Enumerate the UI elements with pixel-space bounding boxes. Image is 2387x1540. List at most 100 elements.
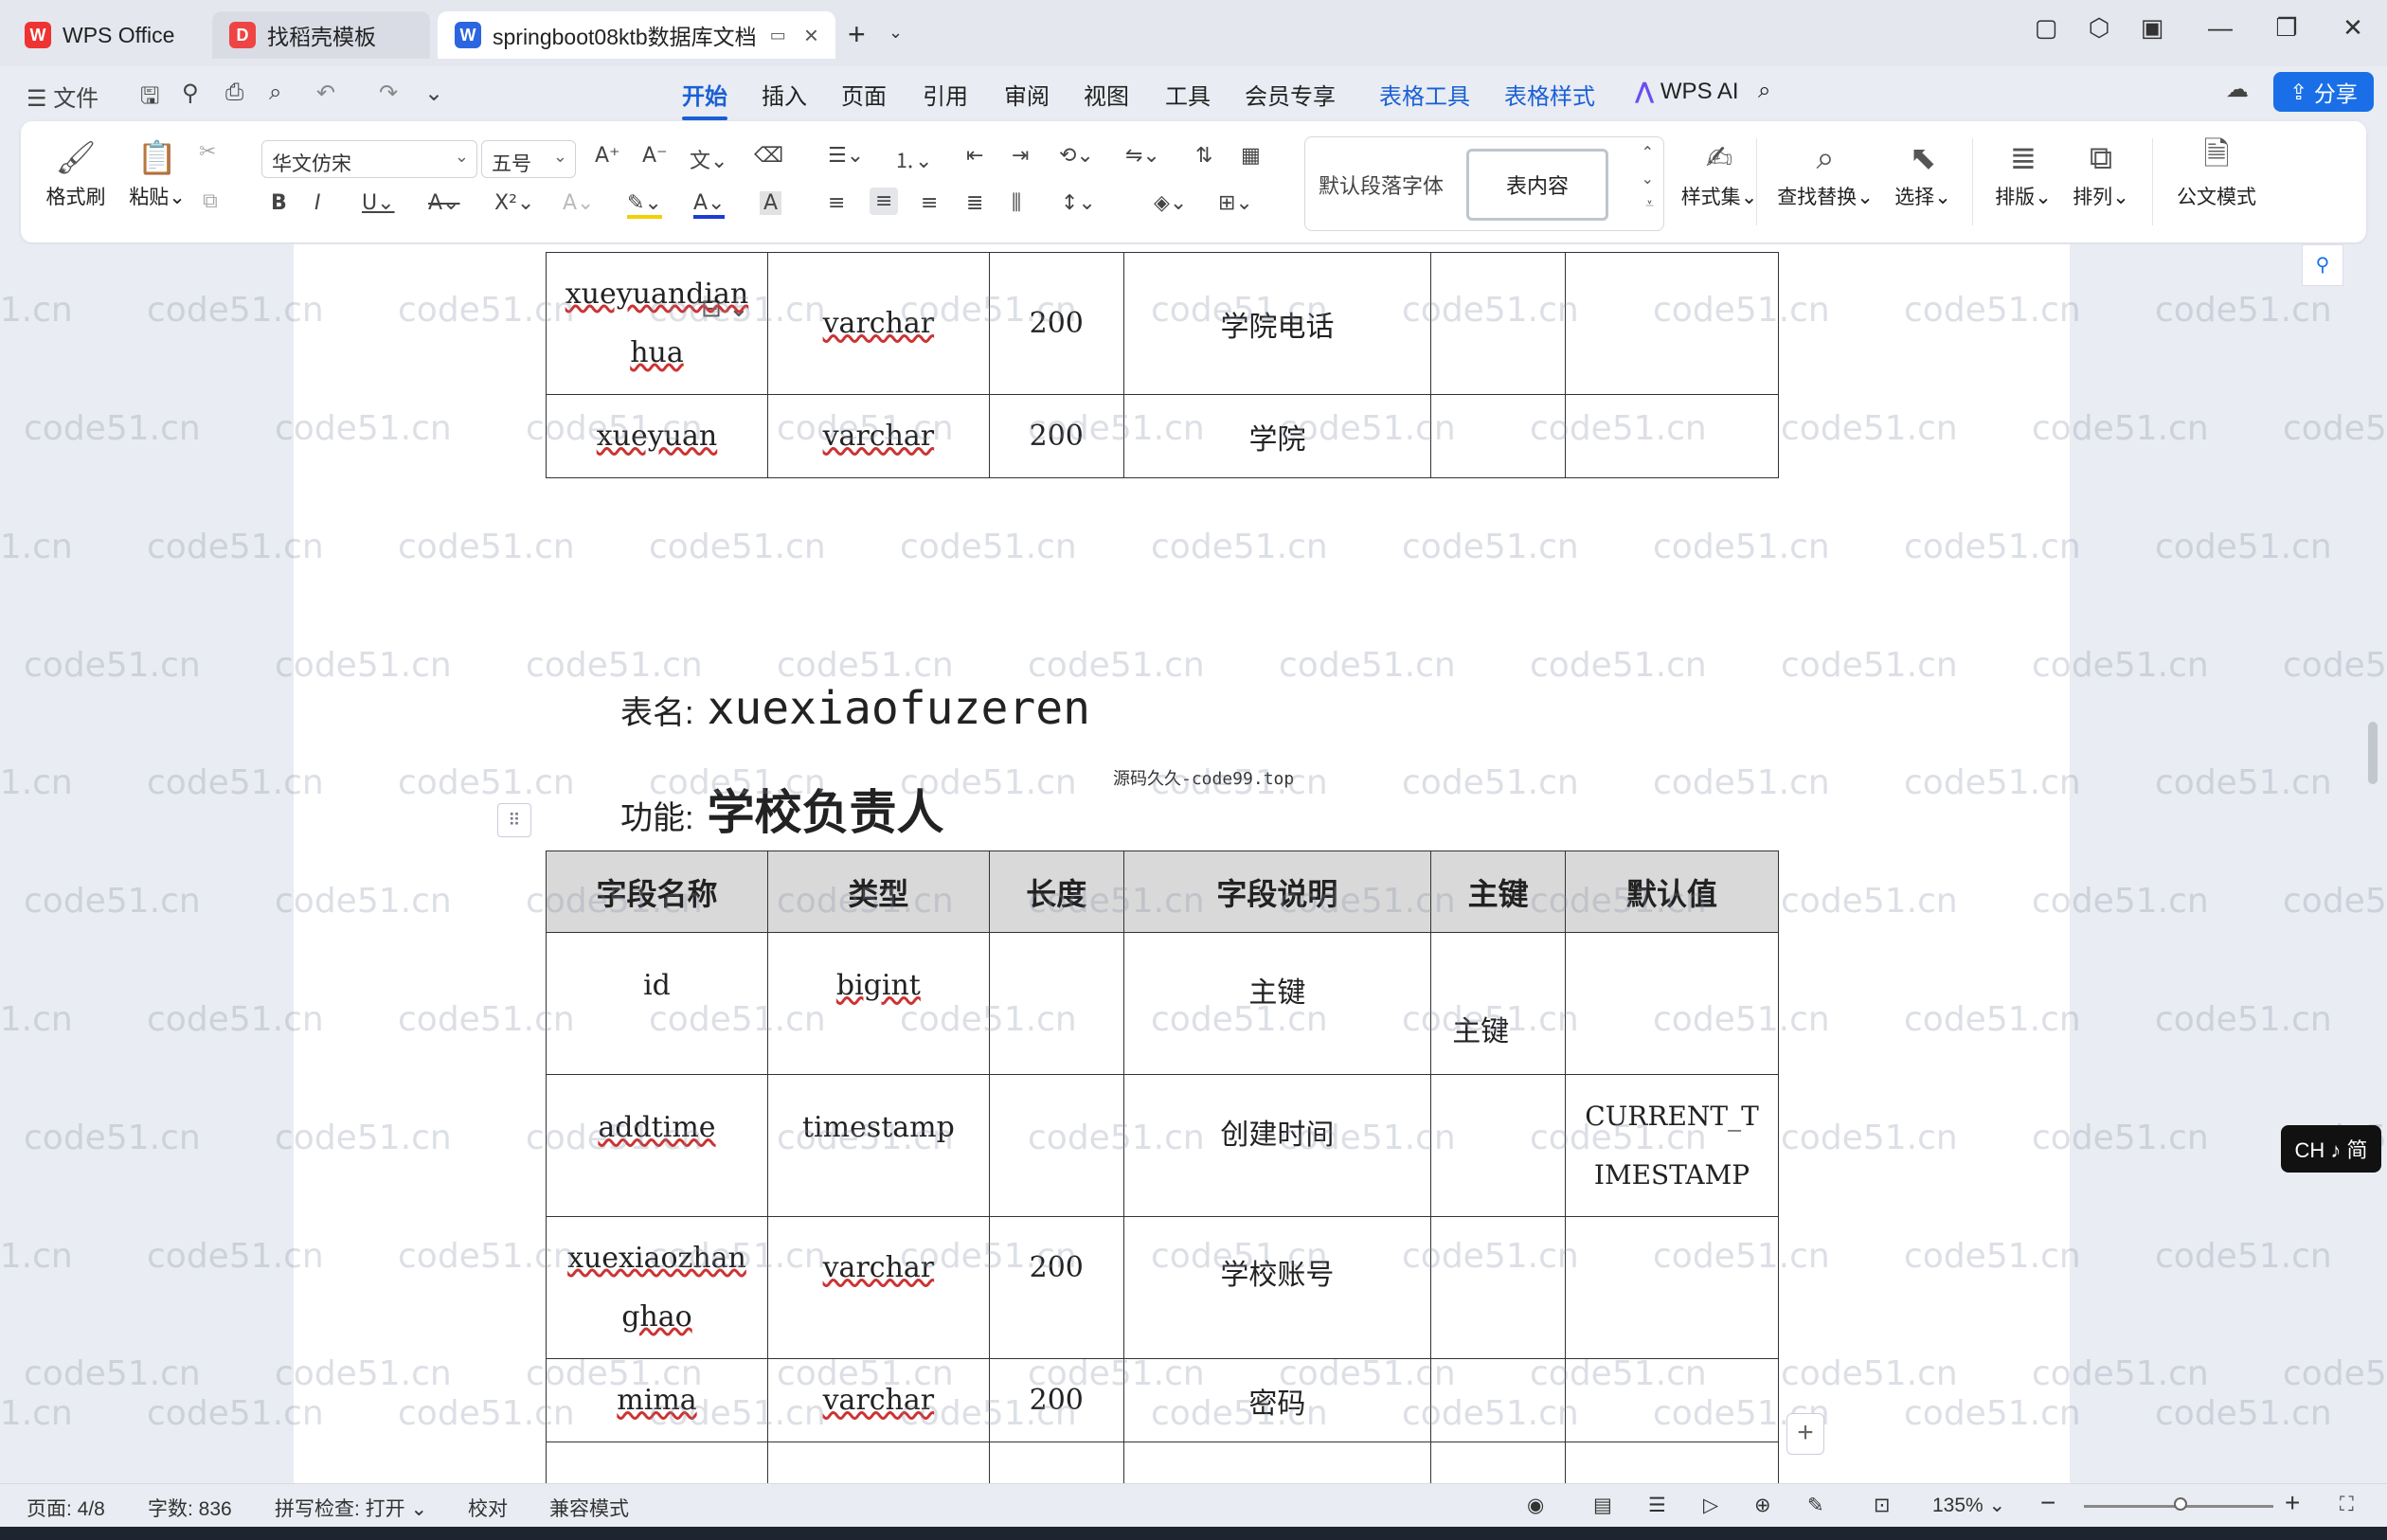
cell-desc[interactable] bbox=[1122, 1442, 1432, 1483]
cell-default[interactable] bbox=[1565, 1358, 1779, 1442]
minimize-icon[interactable]: — bbox=[2201, 13, 2239, 43]
cell-desc[interactable]: 创建时间 bbox=[1122, 1074, 1432, 1217]
cell-length[interactable]: 200 bbox=[988, 1358, 1124, 1442]
layout-button[interactable]: ≣ 排版⌄ bbox=[1985, 134, 2061, 210]
style-default[interactable]: 默认段落字体 bbox=[1319, 170, 1444, 200]
distribute-icon[interactable]: ⫼ bbox=[1012, 191, 1021, 215]
redo-icon[interactable]: ↷ bbox=[379, 80, 398, 107]
play-icon[interactable]: ▷ bbox=[1703, 1494, 1718, 1517]
justify-icon[interactable]: ≣ bbox=[966, 191, 983, 215]
tab-member[interactable]: 会员专享 bbox=[1245, 78, 1336, 111]
share-button[interactable]: ⇪ 分享 bbox=[2273, 72, 2374, 112]
shrink-font-icon[interactable]: A⁻ bbox=[642, 144, 668, 168]
cell-type[interactable]: varchar bbox=[766, 1216, 990, 1359]
tab-page[interactable]: 页面 bbox=[841, 78, 887, 111]
cell-field-name[interactable]: mima bbox=[546, 1358, 768, 1442]
document-area[interactable]: ⊟ ⌄ xueyuandianhua varchar 200 学院电话 xuey… bbox=[0, 244, 2387, 1483]
cell-length[interactable]: 200 bbox=[988, 394, 1124, 478]
cube-icon[interactable]: ⬡ bbox=[2080, 13, 2118, 43]
cell-field-name[interactable] bbox=[546, 1442, 768, 1483]
location-pin-icon[interactable]: ⚲ bbox=[2302, 244, 2343, 286]
cell-type[interactable]: timestamp bbox=[766, 1074, 990, 1217]
cell-field-name[interactable]: xueyuandianhua bbox=[546, 252, 768, 395]
proofread-button[interactable]: 校对 bbox=[468, 1494, 508, 1522]
spell-check-toggle[interactable]: 拼写检查: 打开 ⌄ bbox=[275, 1494, 427, 1522]
cell-field-name[interactable]: xuexiaozhanghao bbox=[546, 1216, 768, 1359]
cell-length[interactable]: 200 bbox=[988, 252, 1124, 395]
text-direction-icon[interactable]: ⟲⌄ bbox=[1059, 144, 1094, 168]
bullets-icon[interactable]: ☰⌄ bbox=[828, 144, 864, 168]
eye-protection-icon[interactable]: ◉ bbox=[1527, 1494, 1544, 1517]
select-button[interactable]: ⬉ 选择⌄ bbox=[1885, 134, 1961, 210]
tab-home[interactable]: 开始 bbox=[682, 78, 727, 120]
paragraph-handle-icon[interactable]: ⠿ bbox=[497, 803, 531, 837]
share-link-icon[interactable]: ⚲ bbox=[182, 80, 199, 107]
table-row[interactable]: addtime timestamp 创建时间 CURRENT_TIMESTAMP bbox=[546, 1074, 1779, 1217]
line-spacing-swap-icon[interactable]: ⇋⌄ bbox=[1125, 144, 1160, 168]
tab-document[interactable]: W springboot08ktb数据库文档 ▭ × bbox=[438, 11, 835, 59]
tab-insert[interactable]: 插入 bbox=[762, 78, 807, 111]
line-spacing-icon[interactable]: ↕⌄ bbox=[1061, 191, 1096, 215]
header-field-name[interactable]: 字段名称 bbox=[546, 851, 768, 933]
close-window-icon[interactable]: ✕ bbox=[2334, 13, 2372, 43]
header-desc[interactable]: 字段说明 bbox=[1122, 851, 1432, 933]
cell-default[interactable] bbox=[1565, 394, 1779, 478]
shading-icon[interactable]: ◈⌄ bbox=[1154, 191, 1187, 215]
chevron-up-icon[interactable]: ⌃ bbox=[1642, 143, 1654, 162]
table-row[interactable]: xuexiaozhanghao varchar 200 学校账号 bbox=[546, 1216, 1779, 1359]
cell-length[interactable] bbox=[988, 1074, 1124, 1217]
cell-desc[interactable]: 学院电话 bbox=[1122, 252, 1432, 395]
font-name-select[interactable]: 华文仿宋 ⌄ bbox=[261, 140, 477, 178]
char-shading-icon[interactable]: A bbox=[760, 191, 782, 215]
tab-view[interactable]: 视图 bbox=[1084, 78, 1129, 111]
table-row[interactable]: id bigint 主键 主键 bbox=[546, 932, 1779, 1075]
cell-length[interactable] bbox=[988, 932, 1124, 1075]
header-pk[interactable]: 主键 bbox=[1430, 851, 1567, 933]
tab-template[interactable]: D 找稻壳模板 bbox=[212, 11, 430, 59]
table-name-line[interactable]: 表名: xuexiaofuzeren bbox=[620, 682, 1090, 735]
table-row[interactable] bbox=[546, 1442, 1779, 1483]
fullscreen-icon[interactable]: ⛶ bbox=[2340, 1494, 2354, 1516]
header-type[interactable]: 类型 bbox=[766, 851, 990, 933]
align-right-icon[interactable]: ≡ bbox=[921, 191, 938, 215]
arrange-button[interactable]: ⧉ 排列⌄ bbox=[2063, 134, 2139, 210]
expand-icon[interactable]: ⩡ bbox=[1645, 196, 1654, 213]
cell-length[interactable]: 200 bbox=[988, 1216, 1124, 1359]
pen-icon[interactable]: ✎ bbox=[1807, 1494, 1824, 1517]
cell-pk[interactable] bbox=[1430, 252, 1567, 395]
style-gallery[interactable]: 默认段落字体 表内容 ⌃ ⌄ ⩡ bbox=[1304, 136, 1664, 231]
cell-pk[interactable]: 主键 bbox=[1430, 932, 1567, 1075]
text-effect-icon[interactable]: A⌄ bbox=[563, 191, 594, 215]
align-left-icon[interactable]: ≡ bbox=[828, 191, 845, 215]
official-mode-button[interactable]: 🗎 公文模式 bbox=[2169, 134, 2264, 210]
tab-tools[interactable]: 工具 bbox=[1165, 78, 1211, 111]
document-page[interactable]: ⊟ ⌄ xueyuandianhua varchar 200 学院电话 xuey… bbox=[294, 244, 2070, 1483]
cut-icon[interactable]: ✂ bbox=[199, 140, 216, 164]
font-size-select[interactable]: 五号 ⌄ bbox=[481, 140, 576, 178]
grow-font-icon[interactable]: A⁺ bbox=[595, 144, 620, 168]
bold-icon[interactable]: B bbox=[271, 191, 287, 215]
cell-pk[interactable] bbox=[1430, 1074, 1567, 1217]
word-count[interactable]: 字数: 836 bbox=[148, 1494, 232, 1522]
table-row[interactable]: mima varchar 200 密码 bbox=[546, 1358, 1779, 1442]
borders-icon[interactable]: ⊞⌄ bbox=[1218, 191, 1253, 215]
table-row[interactable]: xueyuandianhua varchar 200 学院电话 bbox=[546, 252, 1779, 395]
table-grid-icon[interactable]: ▦ bbox=[1241, 144, 1261, 168]
cell-type[interactable] bbox=[766, 1442, 990, 1483]
cell-type[interactable]: varchar bbox=[766, 1358, 990, 1442]
table-row[interactable]: xueyuan varchar 200 学院 bbox=[546, 394, 1779, 478]
wps-ai-button[interactable]: ⋀ WPS AI bbox=[1635, 78, 1739, 105]
cell-default[interactable] bbox=[1565, 252, 1779, 395]
fit-page-icon[interactable]: ⊡ bbox=[1874, 1494, 1891, 1517]
cell-desc[interactable]: 密码 bbox=[1122, 1358, 1432, 1442]
chevron-down-icon[interactable]: ⌄ bbox=[1642, 170, 1654, 188]
decrease-indent-icon[interactable]: ⇤ bbox=[966, 144, 983, 168]
cell-type[interactable]: varchar bbox=[766, 394, 990, 478]
phonetic-guide-icon[interactable]: 文⌄ bbox=[690, 144, 727, 174]
increase-indent-icon[interactable]: ⇥ bbox=[1012, 144, 1029, 168]
cell-default[interactable] bbox=[1565, 932, 1779, 1075]
zoom-in-icon[interactable]: + bbox=[2285, 1488, 2300, 1518]
new-tab-button[interactable]: + bbox=[848, 17, 866, 52]
cell-desc[interactable]: 学校账号 bbox=[1122, 1216, 1432, 1359]
avatar[interactable]: ▣ bbox=[2133, 13, 2171, 43]
